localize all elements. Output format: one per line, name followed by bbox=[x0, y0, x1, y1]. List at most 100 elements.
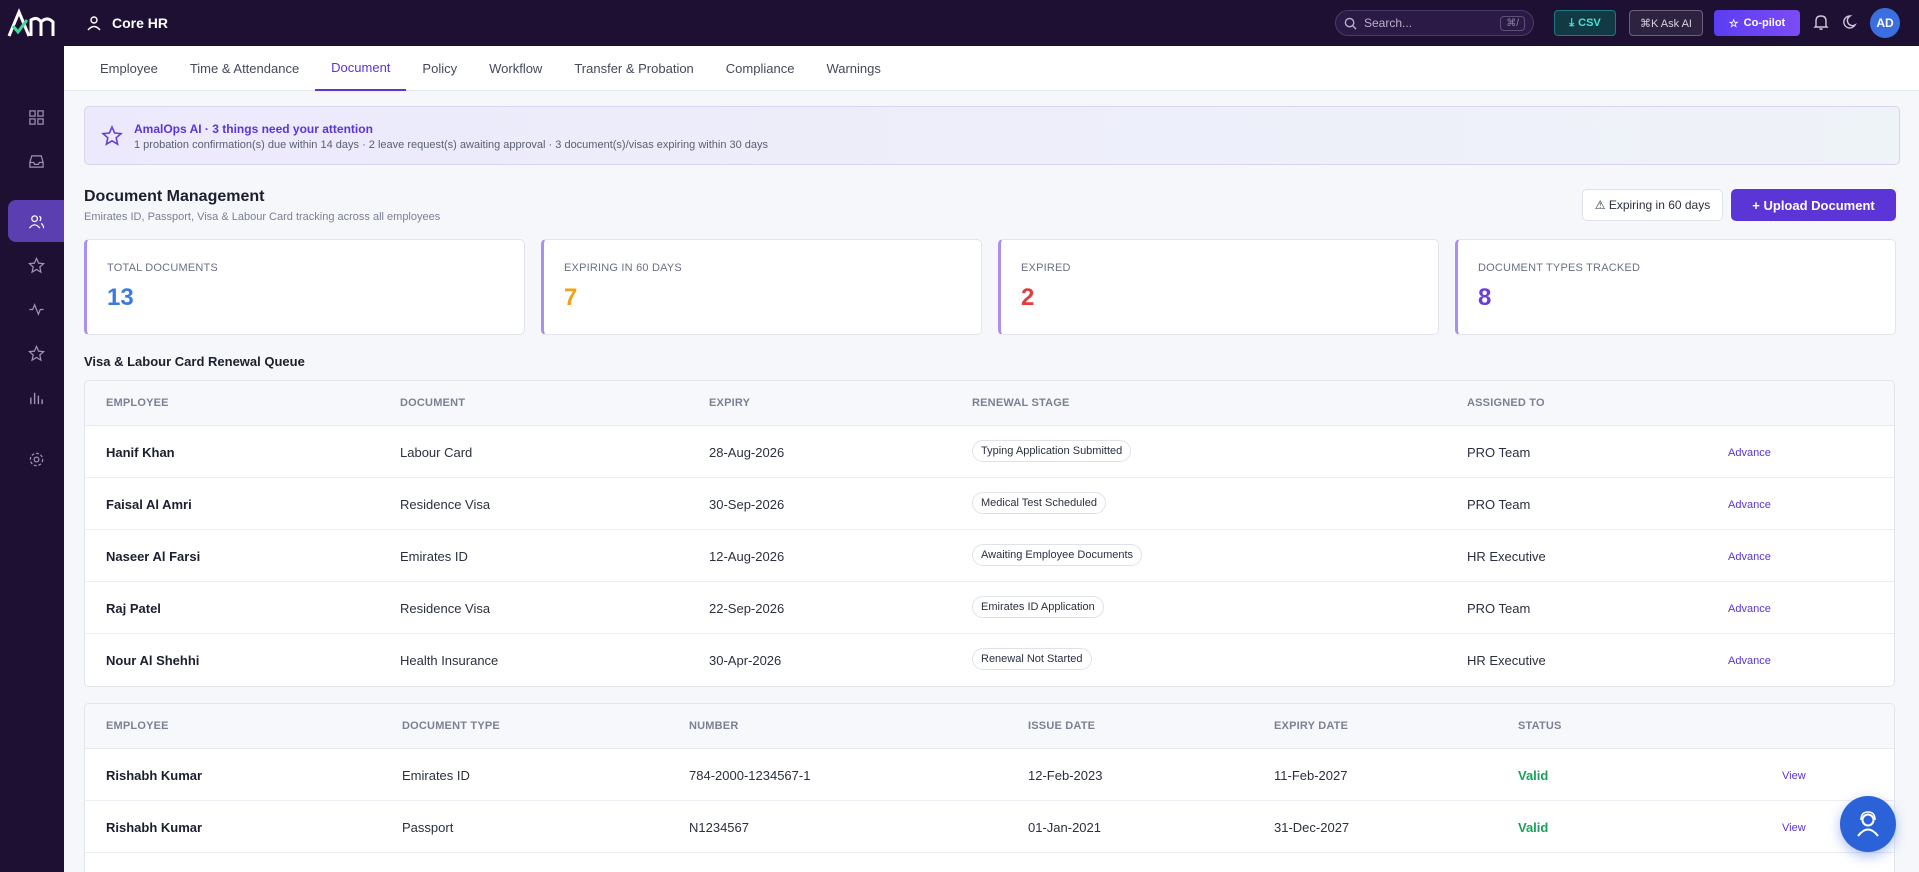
upload-document-button[interactable]: + Upload Document bbox=[1731, 189, 1896, 221]
view-link[interactable]: View bbox=[1782, 822, 1806, 834]
settings-icon bbox=[29, 452, 43, 466]
bell-icon[interactable] bbox=[1812, 13, 1830, 31]
star-icon bbox=[27, 344, 45, 361]
tab-employee[interactable]: Employee bbox=[84, 46, 174, 91]
stat-card-expired: EXPIRED 2 bbox=[998, 239, 1439, 335]
assigned-to: HR Executive bbox=[1467, 653, 1546, 668]
assistant-fab-button[interactable] bbox=[1840, 796, 1896, 852]
sparkle-star-icon bbox=[101, 125, 123, 146]
employee-name: Faisal Al Amri bbox=[106, 497, 192, 512]
renewal-stage-badge: Renewal Not Started bbox=[972, 648, 1092, 670]
table-header: EMPLOYEE DOCUMENT TYPE NUMBER ISSUE DATE… bbox=[85, 704, 1894, 749]
expiry-date: 30-Apr-2026 bbox=[709, 653, 782, 668]
stat-value: 7 bbox=[564, 284, 578, 311]
document-name: Residence Visa bbox=[400, 497, 491, 512]
advance-link[interactable]: Advance bbox=[1728, 603, 1771, 615]
sidebar-item-dashboard[interactable] bbox=[8, 96, 64, 138]
expiry-date: 22-Sep-2026 bbox=[709, 601, 785, 616]
inbox-icon bbox=[28, 154, 44, 168]
bar-chart-icon bbox=[29, 392, 43, 404]
document-name: Labour Card bbox=[400, 445, 473, 460]
renewal-queue-title: Visa & Labour Card Renewal Queue bbox=[84, 354, 305, 369]
search-icon bbox=[1344, 17, 1357, 30]
moon-icon[interactable] bbox=[1842, 13, 1860, 31]
page-title: Document Management bbox=[84, 188, 265, 205]
tab-compliance[interactable]: Compliance bbox=[710, 46, 811, 91]
tab-time-attendance[interactable]: Time & Attendance bbox=[174, 46, 315, 91]
user-icon bbox=[87, 16, 101, 31]
search-placeholder: Search... bbox=[1364, 16, 1413, 30]
status-badge: Valid bbox=[1518, 820, 1549, 835]
activity-icon bbox=[28, 302, 44, 316]
expiring-filter-button[interactable]: ⚠ Expiring in 60 days bbox=[1582, 189, 1723, 221]
table-row: Rishabh Kumar Passport N1234567 01-Jan-2… bbox=[85, 801, 1894, 853]
advance-link[interactable]: Advance bbox=[1728, 499, 1771, 511]
stat-value: 13 bbox=[107, 284, 134, 311]
document-number: 784-2000-1234567-1 bbox=[689, 768, 811, 783]
users-icon bbox=[28, 214, 44, 229]
sidebar-item-starred[interactable] bbox=[8, 332, 64, 374]
csv-export-button[interactable]: ⤓ CSV bbox=[1554, 10, 1616, 36]
assistant-icon bbox=[1857, 811, 1879, 837]
table-row: Nour Al Shehhi Health Insurance 30-Apr-2… bbox=[85, 634, 1894, 686]
ai-attention-banner[interactable]: AmalOps AI · 3 things need your attentio… bbox=[84, 106, 1900, 165]
stat-label: DOCUMENT TYPES TRACKED bbox=[1478, 262, 1641, 274]
sidebar-item-inbox[interactable] bbox=[8, 140, 64, 182]
column-header: DOCUMENT TYPE bbox=[402, 720, 500, 732]
column-header: EMPLOYEE bbox=[106, 720, 169, 732]
csv-label: CSV bbox=[1578, 17, 1601, 29]
tab-warnings[interactable]: Warnings bbox=[810, 46, 896, 91]
download-icon: ⤓ bbox=[1569, 16, 1575, 29]
column-header: ASSIGNED TO bbox=[1467, 397, 1545, 409]
advance-link[interactable]: Advance bbox=[1728, 655, 1771, 667]
page-subtitle: Emirates ID, Passport, Visa & Labour Car… bbox=[84, 211, 441, 223]
stat-label: EXPIRED bbox=[1021, 262, 1071, 274]
issue-date: 01-Jan-2021 bbox=[1028, 820, 1101, 835]
employee-name: Rishabh Kumar bbox=[106, 768, 203, 783]
sidebar-item-reports[interactable] bbox=[8, 376, 64, 418]
app-logo[interactable] bbox=[0, 0, 64, 46]
column-header: RENEWAL STAGE bbox=[972, 397, 1070, 409]
employee-name: Hanif Khan bbox=[106, 445, 175, 460]
search-shortcut: ⌘/ bbox=[1500, 15, 1525, 31]
column-header: ISSUE DATE bbox=[1028, 720, 1096, 732]
column-header: DOCUMENT bbox=[400, 397, 466, 409]
sidebar-item-activity[interactable] bbox=[8, 288, 64, 330]
stat-card-expiring: EXPIRING IN 60 DAYS 7 bbox=[541, 239, 982, 335]
documents-table: EMPLOYEE DOCUMENT TYPE NUMBER ISSUE DATE… bbox=[84, 703, 1895, 872]
advance-link[interactable]: Advance bbox=[1728, 447, 1771, 459]
sidebar-item-favorites[interactable] bbox=[8, 244, 64, 286]
assigned-to: PRO Team bbox=[1467, 497, 1531, 512]
ai-banner-subtitle: 1 probation confirmation(s) due within 1… bbox=[134, 139, 769, 151]
sidebar-item-people[interactable] bbox=[8, 200, 64, 242]
tab-workflow[interactable]: Workflow bbox=[473, 46, 558, 91]
tab-policy[interactable]: Policy bbox=[406, 46, 473, 91]
column-header: NUMBER bbox=[689, 720, 739, 732]
grid-icon bbox=[28, 109, 44, 125]
view-link[interactable]: View bbox=[1782, 770, 1806, 782]
stat-value: 8 bbox=[1478, 284, 1492, 311]
ai-banner-title: AmalOps AI · 3 things need your attentio… bbox=[134, 122, 373, 136]
avatar[interactable]: AD bbox=[1870, 8, 1900, 38]
ask-ai-button[interactable]: ⌘K Ask AI bbox=[1629, 10, 1703, 36]
tab-transfer-probation[interactable]: Transfer & Probation bbox=[558, 46, 709, 91]
sidebar-item-settings[interactable] bbox=[8, 438, 64, 480]
document-number: N1234567 bbox=[689, 820, 749, 835]
advance-link[interactable]: Advance bbox=[1728, 551, 1771, 563]
module-tabs: Employee Time & Attendance Document Poli… bbox=[64, 46, 1919, 91]
document-type: Passport bbox=[402, 820, 454, 835]
table-row: Faisal Al Amri Residence Visa 30-Sep-202… bbox=[85, 478, 1894, 530]
renewal-stage-badge: Typing Application Submitted bbox=[972, 440, 1132, 462]
column-header: EMPLOYEE bbox=[106, 397, 169, 409]
expiry-date: 30-Sep-2026 bbox=[709, 497, 785, 512]
expiry-date: 31-Dec-2027 bbox=[1274, 820, 1350, 835]
table-header: EMPLOYEE DOCUMENT EXPIRY RENEWAL STAGE A… bbox=[85, 381, 1894, 426]
search-input[interactable]: Search... ⌘/ bbox=[1335, 10, 1534, 36]
tab-document[interactable]: Document bbox=[315, 46, 407, 91]
copilot-button[interactable]: ☆ Co-pilot bbox=[1714, 10, 1800, 36]
logo-mark-icon bbox=[7, 8, 55, 37]
column-header: STATUS bbox=[1518, 720, 1562, 732]
table-row: Naseer Al Farsi Emirates ID 12-Aug-2026 … bbox=[85, 530, 1894, 582]
column-header: EXPIRY bbox=[709, 397, 751, 409]
issue-date: 12-Feb-2023 bbox=[1028, 768, 1103, 783]
